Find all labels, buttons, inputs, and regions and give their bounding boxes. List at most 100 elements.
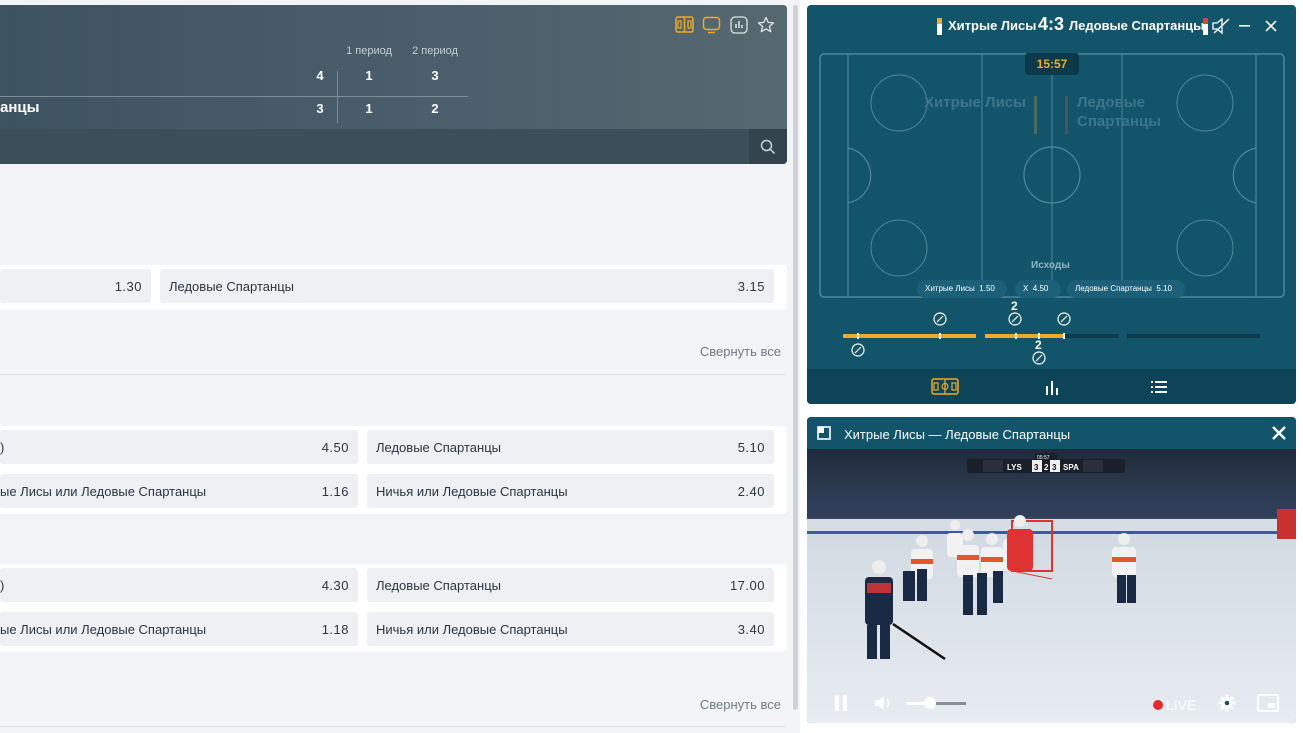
market-block: ) 4.50 Ледовые Спартанцы 5.10 ые Лисы ил… (0, 426, 787, 514)
outcome-value: 1.50 (979, 284, 995, 293)
goal-icon (851, 343, 865, 357)
stats-icon[interactable] (729, 15, 748, 34)
odd-value: 1.16 (321, 484, 349, 499)
settings-gear-icon[interactable] (1218, 694, 1236, 712)
field-team2-label-line1: Ледовые (1077, 94, 1145, 111)
close-icon[interactable] (1272, 426, 1286, 440)
tab-events[interactable] (1077, 369, 1240, 404)
scorebug-clock: 05:57 (1037, 455, 1050, 461)
odd-button[interactable]: ые Лисы или Ледовые Спартанцы 1.18 (0, 612, 358, 646)
team1-total-score: 4 (316, 68, 324, 83)
sound-off-icon[interactable] (1211, 17, 1231, 35)
tv-icon[interactable] (702, 15, 721, 34)
market-block: 1.30 Ледовые Спартанцы 3.15 (0, 265, 787, 310)
odd-button[interactable]: ) 4.50 (0, 430, 358, 464)
scoreboard-toolbar (675, 15, 775, 34)
outcome-value: 4.50 (1032, 284, 1049, 293)
pause-icon[interactable] (834, 695, 848, 711)
odd-value: 3.40 (737, 622, 765, 637)
volume-slider-handle[interactable] (924, 697, 936, 709)
odd-button[interactable]: Ледовые Спартанцы 5.10 (367, 430, 774, 464)
odd-label: ) (0, 440, 5, 455)
tracker-team2: Ледовые Спартанцы (1069, 18, 1205, 33)
match-timer: 15:57 (1025, 53, 1079, 75)
collapse-all-link[interactable]: Свернуть все (700, 697, 781, 712)
period-1-header: 1 период (346, 45, 392, 57)
odd-button[interactable]: 1.30 (0, 269, 151, 303)
tracker-header: Хитрые Лисы 4:3 Ледовые Спартанцы (807, 5, 1296, 45)
outcome-chip[interactable]: X 4.50 (1015, 280, 1061, 298)
scoreboard: 1 период 2 период 4 1 3 анцы 3 1 2 (0, 5, 787, 164)
outcome-chip[interactable]: Ледовые Спартанцы 5.10 (1067, 280, 1185, 298)
outcome-label: Хитрые Лисы (925, 284, 975, 293)
scorebug-team2: SPA (1063, 463, 1079, 472)
scorebug-team1: LYS (1007, 463, 1022, 472)
stats-icon (1045, 380, 1058, 395)
odd-button[interactable]: ) 4.30 (0, 568, 358, 602)
outcome-value: 5.10 (1156, 284, 1172, 293)
odd-button[interactable]: Ледовые Спартанцы 3.15 (160, 269, 774, 303)
minimize-icon[interactable] (1239, 25, 1251, 28)
team2-color-icon (1203, 18, 1208, 35)
outcomes-title: Исходы (1031, 260, 1070, 271)
odd-button[interactable]: ые Лисы или Ледовые Спартанцы 1.16 (0, 474, 358, 508)
video-frame[interactable]: LYS 3 2 3 SPA 05:57 (807, 449, 1296, 723)
scorebug-period: 2 (1044, 463, 1049, 472)
video-header: Хитрые Лисы — Ледовые Спартанцы (807, 417, 1296, 449)
field-team1-label: Хитрые Лисы (924, 94, 1026, 111)
search-icon (760, 139, 776, 154)
close-icon[interactable] (1265, 20, 1277, 32)
odd-label: Ничья или Ледовые Спартанцы (376, 622, 568, 637)
popout-icon[interactable] (817, 426, 831, 440)
divider (0, 726, 785, 727)
video-controls: LIVE (807, 683, 1296, 723)
scoreboard-header (0, 5, 787, 129)
field-view-icon[interactable] (675, 15, 694, 34)
goal-icon (1032, 351, 1046, 365)
timeline-bars (843, 333, 1260, 339)
team1-color-icon (937, 18, 942, 35)
volume-icon[interactable] (874, 695, 892, 711)
live-indicator[interactable]: LIVE (1153, 697, 1196, 713)
field-team2-label-line2: Спартанцы (1077, 113, 1161, 130)
scorebug-score2: 3 (1052, 463, 1057, 472)
odd-value: 4.50 (321, 440, 349, 455)
live-dot-icon (1153, 700, 1163, 710)
score-column-divider (337, 71, 338, 123)
star-icon[interactable] (756, 15, 775, 34)
period-timeline: 2 2 (807, 299, 1296, 373)
scrollbar[interactable] (793, 5, 798, 710)
odd-button[interactable]: Ничья или Ледовые Спартанцы 3.40 (367, 612, 774, 646)
odd-label: Ледовые Спартанцы (169, 279, 294, 294)
goal-icon (1008, 312, 1022, 326)
odd-value: 4.30 (321, 578, 349, 593)
list-icon (1150, 380, 1167, 393)
outcome-chip[interactable]: Хитрые Лисы 1.50 (917, 280, 1007, 298)
period-2-header: 2 период (412, 45, 458, 57)
divider (0, 374, 785, 375)
market-block: ) 4.30 Ледовые Спартанцы 17.00 ые Лисы и… (0, 564, 787, 652)
tracker-tabs (807, 369, 1296, 404)
volume-track[interactable] (906, 697, 966, 709)
odd-label: Ничья или Ледовые Спартанцы (376, 484, 568, 499)
odd-value: 3.15 (737, 279, 765, 294)
score-divider (0, 96, 468, 97)
goal-icon (933, 312, 947, 326)
odd-value: 1.30 (114, 279, 142, 294)
odd-button[interactable]: Ничья или Ледовые Спартанцы 2.40 (367, 474, 774, 508)
scorebug-score1: 3 (1034, 463, 1039, 472)
goal-icon (1057, 312, 1071, 326)
picture-in-picture-icon[interactable] (1257, 694, 1279, 712)
team1-period2-score: 3 (431, 68, 439, 83)
odd-value: 5.10 (737, 440, 765, 455)
odd-value: 17.00 (729, 578, 765, 593)
outcome-label: X (1023, 284, 1029, 293)
odd-button[interactable]: Ледовые Спартанцы 17.00 (367, 568, 774, 602)
field-icon (930, 378, 959, 395)
live-label: LIVE (1166, 697, 1197, 713)
search-button[interactable] (749, 129, 787, 164)
market-search-bar[interactable] (0, 129, 787, 164)
tracker-team1: Хитрые Лисы (948, 18, 1037, 33)
collapse-all-link[interactable]: Свернуть все (700, 344, 781, 359)
odd-label: ые Лисы или Ледовые Спартанцы (0, 484, 207, 499)
